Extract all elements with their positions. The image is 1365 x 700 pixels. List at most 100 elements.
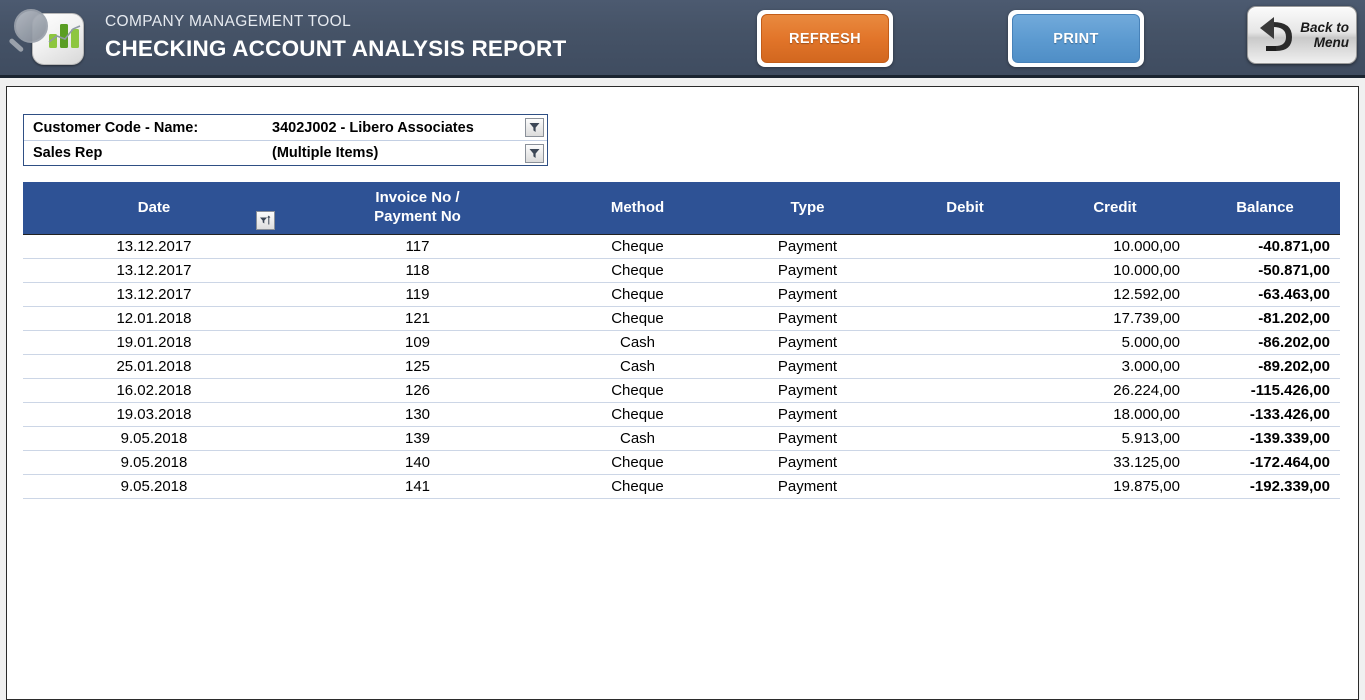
back-arrow-icon: [1260, 17, 1292, 51]
table-row: 13.12.2017 119 Cheque Payment 12.592,00 -63.4…: [23, 282, 1340, 307]
date-sort-filter-button[interactable]: [256, 210, 275, 230]
header-titles: COMPANY MANAGEMENT TOOL CHECKING ACCOUNT…: [105, 13, 566, 62]
print-button-frame: PRINT: [1008, 10, 1144, 67]
back-label-line2: Menu: [1313, 35, 1349, 50]
back-to-menu-button[interactable]: Back to Menu: [1247, 6, 1357, 64]
table-header-row: Date Invoice No / Payment No Method Type…: [23, 182, 1340, 234]
cell-method: Cash: [550, 330, 725, 355]
cell-credit: 17.739,00: [1040, 306, 1190, 331]
cell-balance: -139.339,00: [1190, 426, 1340, 451]
cell-method: Cheque: [550, 450, 725, 475]
customer-filter-button[interactable]: [525, 118, 544, 137]
cell-credit: 19.875,00: [1040, 474, 1190, 499]
cell-date: 25.01.2018: [23, 354, 285, 379]
cell-type: Payment: [725, 450, 890, 475]
cell-balance: -133.426,00: [1190, 402, 1340, 427]
app-name: COMPANY MANAGEMENT TOOL: [105, 13, 352, 31]
salesrep-filter-button[interactable]: [525, 143, 544, 163]
cell-credit: 12.592,00: [1040, 282, 1190, 307]
cell-date: 9.05.2018: [23, 426, 285, 451]
cell-balance: -63.463,00: [1190, 282, 1340, 307]
cell-debit: [890, 282, 1040, 307]
table-row: 13.12.2017 118 Cheque Payment 10.000,00 -50.8…: [23, 258, 1340, 283]
cell-invoice-no: 139: [285, 426, 550, 451]
col-header-date-label: Date: [137, 198, 171, 216]
cell-date: 13.12.2017: [23, 282, 285, 307]
cell-debit: [890, 233, 1040, 259]
filter-funnel-icon: [529, 123, 540, 132]
cell-credit: 26.224,00: [1040, 378, 1190, 403]
cell-credit: 3.000,00: [1040, 354, 1190, 379]
print-button[interactable]: PRINT: [1012, 14, 1140, 63]
cell-date: 13.12.2017: [23, 258, 285, 283]
cell-date: 19.03.2018: [23, 402, 285, 427]
cell-debit: [890, 402, 1040, 427]
cell-invoice-no: 119: [285, 282, 550, 307]
table-row: 16.02.2018 126 Cheque Payment 26.224,00 -115.…: [23, 378, 1340, 403]
cell-invoice-no: 125: [285, 354, 550, 379]
salesrep-filter-label: Sales Rep: [33, 145, 103, 161]
filter-row-customer: Customer Code - Name: 3402J002 - Libero …: [24, 115, 547, 140]
cell-credit: 33.125,00: [1040, 450, 1190, 475]
cell-invoice-no: 141: [285, 474, 550, 499]
cell-method: Cheque: [550, 233, 725, 259]
col-header-invoice-label-line1: Invoice No /: [375, 189, 460, 207]
col-header-debit-label: Debit: [946, 198, 984, 216]
magnifier-icon: [14, 9, 48, 43]
cell-balance: -40.871,00: [1190, 233, 1340, 259]
table-body: 13.12.2017 117 Cheque Payment 10.000,00 -40.8…: [23, 233, 1340, 499]
cell-invoice-no: 130: [285, 402, 550, 427]
checking-account-table: Date Invoice No / Payment No Method Type…: [23, 182, 1340, 499]
table-row: 9.05.2018 141 Cheque Payment 19.875,00 -192.3…: [23, 474, 1340, 499]
cell-invoice-no: 109: [285, 330, 550, 355]
cell-credit: 5.913,00: [1040, 426, 1190, 451]
cell-type: Payment: [725, 306, 890, 331]
report-table-container: Date Invoice No / Payment No Method Type…: [23, 182, 1358, 499]
cell-type: Payment: [725, 282, 890, 307]
cell-credit: 10.000,00: [1040, 258, 1190, 283]
cell-method: Cash: [550, 354, 725, 379]
cell-method: Cash: [550, 426, 725, 451]
cell-invoice-no: 121: [285, 306, 550, 331]
col-header-method: Method: [550, 182, 1260, 234]
cell-type: Payment: [725, 426, 890, 451]
cell-debit: [890, 306, 1040, 331]
cell-method: Cheque: [550, 378, 725, 403]
cell-date: 19.01.2018: [23, 330, 285, 355]
cell-date: 12.01.2018: [23, 306, 285, 331]
table-row: 13.12.2017 117 Cheque Payment 10.000,00 -40.8…: [23, 233, 1340, 259]
cell-method: Cheque: [550, 306, 725, 331]
filter-criteria-box: Customer Code - Name: 3402J002 - Libero …: [23, 114, 548, 166]
cell-debit: [890, 450, 1040, 475]
cell-date: 9.05.2018: [23, 474, 285, 499]
cell-type: Payment: [725, 402, 890, 427]
cell-invoice-no: 117: [285, 233, 550, 259]
col-header-balance-label: Balance: [1236, 198, 1294, 216]
salesrep-filter-value: (Multiple Items): [272, 145, 379, 161]
customer-filter-label: Customer Code - Name:: [33, 119, 199, 136]
table-row: 9.05.2018 140 Cheque Payment 33.125,00 -172.4…: [23, 450, 1340, 475]
back-label-line1: Back to: [1300, 19, 1349, 35]
cell-credit: 10.000,00: [1040, 233, 1190, 259]
cell-method: Cheque: [550, 282, 725, 307]
cell-debit: [890, 378, 1040, 403]
cell-date: 16.02.2018: [23, 378, 285, 403]
cell-debit: [890, 474, 1040, 499]
app-header-bar: COMPANY MANAGEMENT TOOL CHECKING ACCOUNT…: [0, 0, 1365, 78]
cell-method: Cheque: [550, 474, 725, 499]
cell-balance: -192.339,00: [1190, 474, 1340, 499]
report-panel: Customer Code - Name: 3402J002 - Libero …: [6, 86, 1359, 700]
cell-debit: [890, 426, 1040, 451]
cell-debit: [890, 258, 1040, 283]
cell-balance: -50.871,00: [1190, 258, 1340, 283]
col-header-balance: Balance: [1190, 182, 1340, 234]
refresh-button[interactable]: REFRESH: [761, 14, 889, 63]
refresh-button-frame: REFRESH: [757, 10, 893, 67]
cell-balance: -89.202,00: [1190, 354, 1340, 379]
cell-type: Payment: [725, 258, 890, 283]
cell-debit: [890, 330, 1040, 355]
cell-balance: -81.202,00: [1190, 306, 1340, 331]
cell-method: Cheque: [550, 402, 725, 427]
page-title: CHECKING ACCOUNT ANALYSIS REPORT: [105, 35, 567, 61]
filter-funnel-icon: [529, 148, 540, 158]
